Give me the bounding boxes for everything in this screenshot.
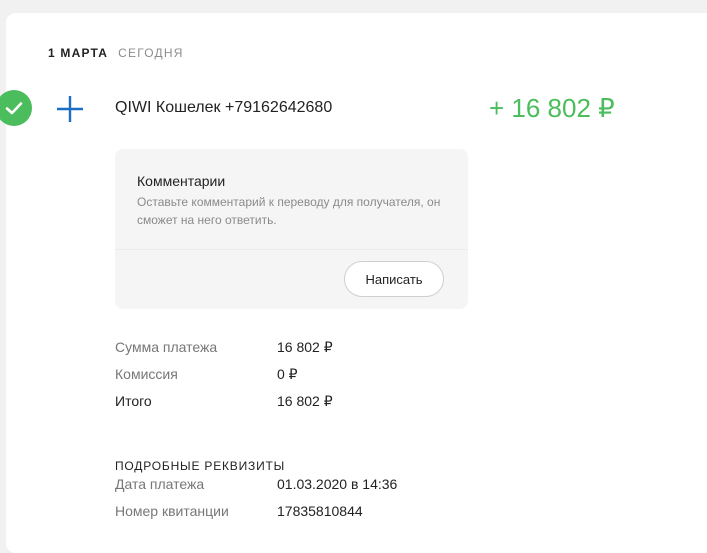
summary-value: 16 802 ₽ (277, 339, 333, 355)
transaction-card: 1 марта сегодня QIWI Кошелек +79162642680… (0, 13, 707, 553)
date-header: 1 марта сегодня (48, 46, 184, 60)
summary-value: 0 ₽ (277, 366, 298, 382)
comments-panel: Комментарии Оставьте комментарий к перев… (115, 149, 468, 309)
write-comment-button[interactable]: Написать (344, 261, 444, 297)
detail-value: 01.03.2020 в 14:36 (277, 476, 398, 492)
summary-label: Сумма платежа (115, 339, 218, 355)
check-icon (0, 90, 32, 126)
details-heading: Подробные реквизиты (115, 459, 286, 473)
date-label: 1 марта (48, 46, 109, 60)
comments-hint: Оставьте комментарий к переводу для полу… (137, 195, 441, 227)
plus-icon (55, 94, 85, 124)
payee-name: QIWI Кошелек +79162642680 (115, 99, 333, 116)
transaction-amount: + 16 802 ₽ (489, 93, 615, 123)
comments-divider (115, 249, 468, 250)
relative-date-label: сегодня (118, 46, 184, 60)
summary-label: Итого (115, 393, 152, 409)
summary-label: Комиссия (115, 366, 178, 382)
summary-value: 16 802 ₽ (277, 393, 333, 409)
detail-value: 17835810844 (277, 503, 363, 519)
comments-title: Комментарии (137, 173, 226, 189)
detail-label: Дата платежа (115, 476, 205, 492)
detail-label: Номер квитанции (115, 503, 229, 519)
